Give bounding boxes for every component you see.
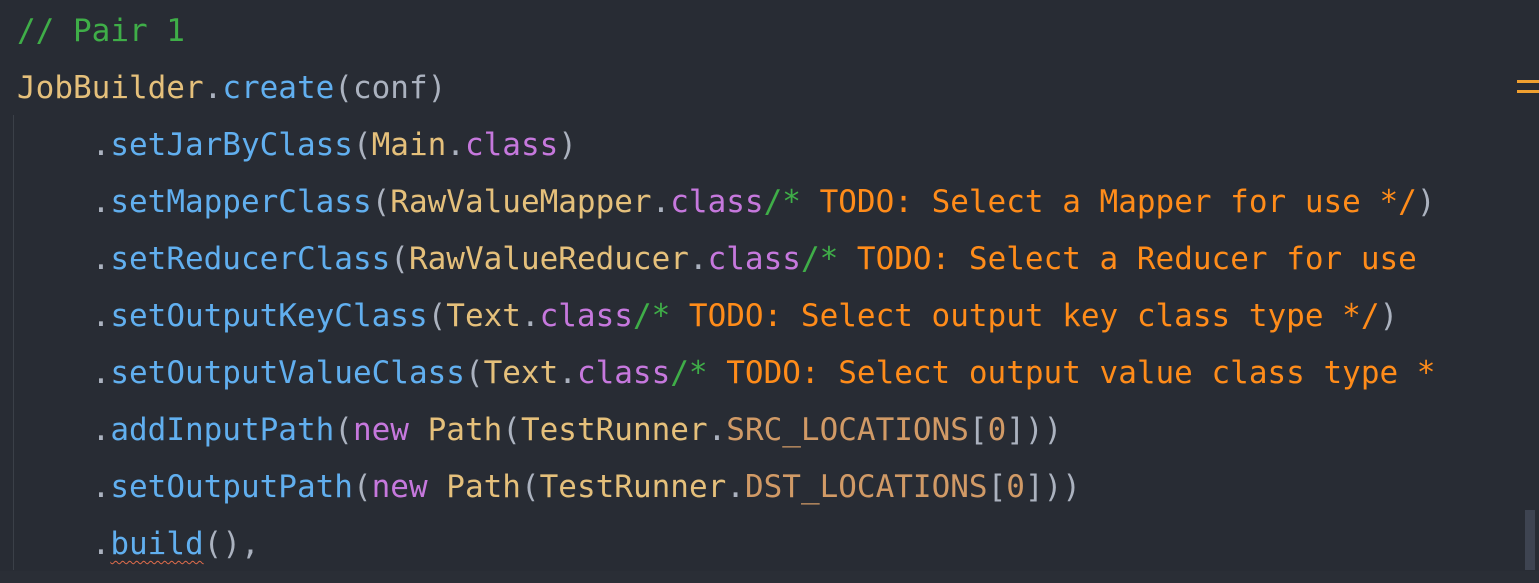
args-token: (conf) bbox=[334, 70, 447, 106]
keyword-token: class bbox=[464, 127, 559, 163]
bracket-token: [ bbox=[968, 412, 988, 448]
code-line-7[interactable]: .setOutputValueClass(Text.class/* TODO: … bbox=[17, 345, 1436, 402]
comment-delimiter: /* bbox=[632, 298, 671, 334]
field-token: DST_LOCATIONS bbox=[744, 469, 988, 505]
dot-token: . bbox=[91, 298, 111, 334]
dot-token: . bbox=[91, 526, 111, 562]
class-token: Main bbox=[371, 127, 447, 163]
paren-token: ( bbox=[371, 184, 391, 220]
method-token: setJarByClass bbox=[110, 127, 353, 163]
paren-token: (), bbox=[203, 526, 260, 562]
dot-token: . bbox=[91, 127, 111, 163]
comment-delimiter: */ bbox=[1342, 298, 1380, 334]
paren-token: ( bbox=[464, 355, 484, 391]
method-token: setOutputKeyClass bbox=[110, 298, 428, 334]
todo-comment: TODO: Select output value class type * bbox=[707, 355, 1436, 391]
class-token: RawValueMapper bbox=[390, 184, 652, 220]
dot-token: . bbox=[91, 241, 111, 277]
todo-comment: TODO: Select a Mapper for use bbox=[800, 184, 1380, 220]
code-line-1[interactable]: // Pair 1 bbox=[17, 3, 185, 60]
code-line-5[interactable]: .setReducerClass(RawValueReducer.class/*… bbox=[17, 231, 1417, 288]
field-token: SRC_LOCATIONS bbox=[726, 412, 969, 448]
dot-token: . bbox=[91, 184, 111, 220]
paren-token: ) bbox=[558, 127, 577, 163]
keyword-token: new bbox=[352, 412, 409, 448]
indent-guide bbox=[13, 115, 14, 570]
keyword-token: class bbox=[539, 298, 633, 334]
class-token: Text bbox=[446, 298, 521, 334]
code-line-3[interactable]: .setJarByClass(Main.class) bbox=[17, 117, 577, 174]
warning-marker-icon[interactable] bbox=[1517, 76, 1539, 98]
paren-token: ( bbox=[334, 412, 353, 448]
comment-delimiter: /* bbox=[763, 184, 801, 220]
dot-token: . bbox=[707, 412, 727, 448]
class-token: TestRunner bbox=[520, 412, 708, 448]
number-token: 0 bbox=[1006, 469, 1025, 505]
method-token: setReducerClass bbox=[110, 241, 391, 277]
paren-token: ( bbox=[352, 127, 372, 163]
dot-token: . bbox=[726, 469, 745, 505]
comment-token: // Pair 1 bbox=[17, 13, 185, 49]
todo-comment: TODO: Select output key class type bbox=[670, 298, 1343, 334]
method-token: addInputPath bbox=[110, 412, 335, 448]
todo-comment: TODO: Select a Reducer for use bbox=[838, 241, 1417, 277]
code-line-8[interactable]: .addInputPath(new Path(TestRunner.SRC_LO… bbox=[17, 402, 1063, 459]
number-token: 0 bbox=[987, 412, 1007, 448]
code-line-9[interactable]: .setOutputPath(new Path(TestRunner.DST_L… bbox=[17, 459, 1081, 516]
class-token: Path bbox=[427, 469, 521, 505]
keyword-token: class bbox=[707, 241, 801, 277]
keyword-token: class bbox=[576, 355, 671, 391]
comment-delimiter: */ bbox=[1379, 184, 1417, 220]
bracket-token: [ bbox=[987, 469, 1007, 505]
paren-token: ( bbox=[352, 469, 372, 505]
dot-token: . bbox=[91, 469, 111, 505]
keyword-token: class bbox=[670, 184, 764, 220]
scrollbar-thumb[interactable] bbox=[1525, 510, 1535, 570]
dot-token: . bbox=[203, 70, 223, 106]
comment-delimiter: /* bbox=[800, 241, 839, 277]
horizontal-scrollbar-track[interactable] bbox=[0, 571, 1539, 583]
dot-token: . bbox=[651, 184, 671, 220]
dot-token: . bbox=[558, 355, 577, 391]
class-token: Text bbox=[483, 355, 559, 391]
bracket-token: ])) bbox=[1006, 412, 1063, 448]
paren-token: ( bbox=[502, 412, 521, 448]
dot-token: . bbox=[446, 127, 465, 163]
class-token: TestRunner bbox=[539, 469, 727, 505]
dot-token: . bbox=[91, 412, 111, 448]
method-token: setMapperClass bbox=[110, 184, 372, 220]
paren-token: ) bbox=[1379, 298, 1399, 334]
comment-delimiter: /* bbox=[670, 355, 708, 391]
method-token: create bbox=[222, 70, 335, 106]
method-token-with-warning[interactable]: build bbox=[110, 526, 203, 562]
code-line-6[interactable]: .setOutputKeyClass(Text.class/* TODO: Se… bbox=[17, 288, 1399, 345]
dot-token: . bbox=[688, 241, 708, 277]
code-line-4[interactable]: .setMapperClass(RawValueMapper.class/* T… bbox=[17, 174, 1436, 231]
paren-token: ( bbox=[520, 469, 540, 505]
paren-token: ( bbox=[427, 298, 447, 334]
keyword-token: new bbox=[371, 469, 428, 505]
bracket-token: ])) bbox=[1024, 469, 1081, 505]
class-token: Path bbox=[408, 412, 503, 448]
method-token: setOutputPath bbox=[110, 469, 353, 505]
code-line-2[interactable]: JobBuilder.create(conf) bbox=[17, 60, 446, 117]
code-editor[interactable]: // Pair 1 JobBuilder.create(conf) .setJa… bbox=[0, 0, 1539, 583]
dot-token: . bbox=[520, 298, 540, 334]
paren-token: ( bbox=[390, 241, 409, 277]
dot-token: . bbox=[91, 355, 111, 391]
class-token: RawValueReducer bbox=[408, 241, 689, 277]
paren-token: ) bbox=[1416, 184, 1436, 220]
class-token: JobBuilder bbox=[17, 70, 204, 106]
code-line-10[interactable]: .build(), bbox=[17, 516, 260, 573]
method-token: setOutputValueClass bbox=[110, 355, 465, 391]
